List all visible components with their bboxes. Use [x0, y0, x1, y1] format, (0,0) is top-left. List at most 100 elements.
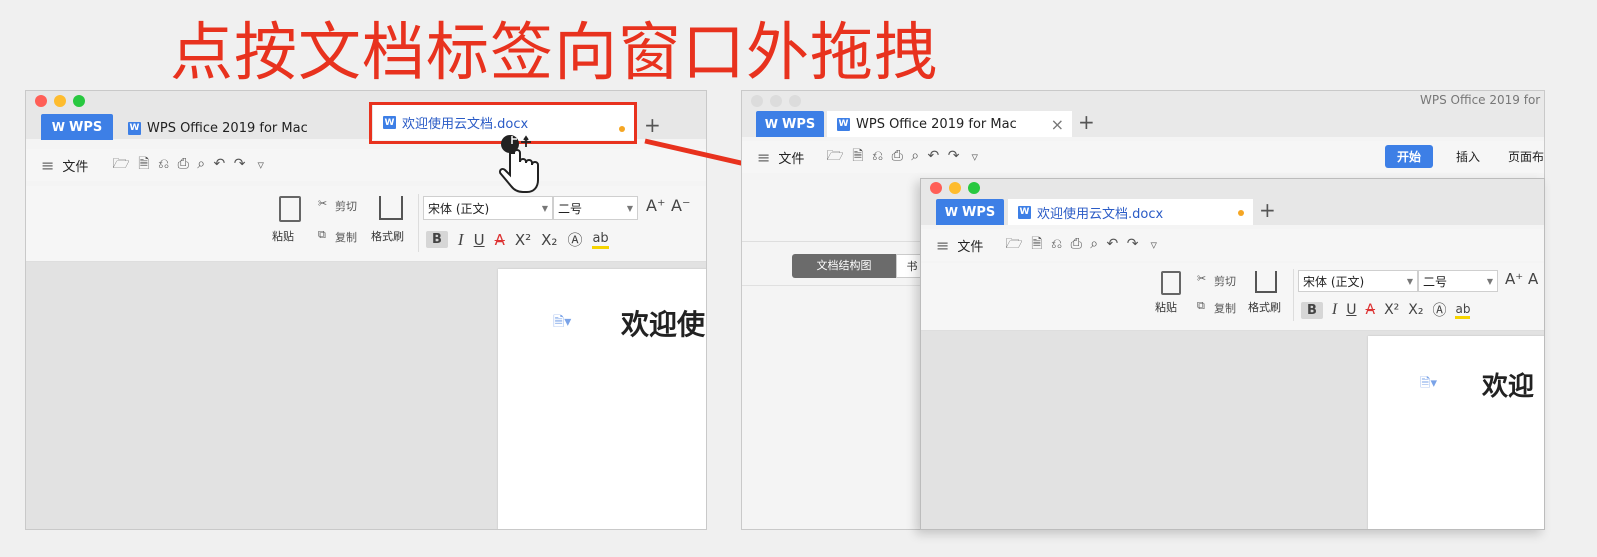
detached-wps-window: W WPS W 欢迎使用云文档.docx + ≡ 文件 🗁 🗎 ⎌ ⎙ ⌕ ↶ … — [920, 178, 1545, 530]
document-page[interactable]: 🗎▾ 欢迎使 — [498, 269, 706, 529]
menu-icon[interactable]: ≡ — [936, 236, 949, 255]
instruction-headline: 点按文档标签向窗口外拖拽 — [170, 16, 938, 89]
ribbon-tab-layout[interactable]: 页面布 — [1508, 148, 1544, 165]
document-heading: 欢迎 — [1482, 372, 1535, 402]
quick-actions-icons[interactable]: 🗁 🗎 ⎌ ⎙ ⌕ ↶ ↷ — [112, 153, 247, 177]
menu-icon[interactable]: ≡ — [41, 156, 54, 175]
close-tab-icon[interactable]: × — [1051, 115, 1064, 134]
minimize-window-button[interactable] — [770, 95, 782, 107]
copy-button[interactable]: 复制 — [335, 229, 357, 245]
zoom-window-button[interactable] — [789, 95, 801, 107]
superscript-button[interactable]: X² — [515, 231, 531, 249]
paste-icon[interactable] — [279, 196, 301, 222]
ribbon: 粘贴 ✂ 剪切 ⧉ 复制 格式刷 宋体 (正文) ▼ 二号 ▼ A⁺ A B I… — [921, 263, 1544, 331]
new-tab-button[interactable]: + — [644, 113, 661, 137]
bold-button[interactable]: B — [1301, 301, 1323, 319]
ribbon-divider — [1293, 269, 1294, 321]
chevron-down-icon: ▼ — [541, 203, 548, 213]
format-painter-icon[interactable] — [1255, 271, 1277, 293]
strikethrough-button[interactable]: A — [495, 231, 505, 249]
format-buttons: B I U A X² X₂ Ⓐ ab — [1301, 300, 1471, 320]
font-size-select[interactable]: 二号 ▼ — [553, 196, 638, 220]
left-wps-window: W WPS W WPS Office 2019 for Mac W 欢迎使用云文… — [25, 90, 707, 530]
highlight-icon[interactable]: ab — [1455, 302, 1471, 319]
copy-icon[interactable]: ⧉ — [318, 228, 326, 242]
tab-wps-office[interactable]: W WPS Office 2019 for Mac — [118, 116, 308, 140]
tab-welcome-docx[interactable]: W 欢迎使用云文档.docx — [1008, 199, 1253, 225]
close-window-button[interactable] — [751, 95, 763, 107]
underline-button[interactable]: U — [474, 231, 485, 249]
paste-button[interactable]: 粘贴 — [1155, 299, 1177, 315]
document-heading: 欢迎使 — [621, 308, 706, 341]
format-painter-icon[interactable] — [379, 196, 403, 220]
text-effect-icon[interactable]: Ⓐ — [1432, 300, 1446, 320]
file-menu[interactable]: 文件 — [957, 236, 983, 255]
quick-actions-icons[interactable]: 🗁 🗎 ⎌ ⎙ ⌕ ↶ ↷ — [1005, 233, 1140, 257]
more-dropdown-icon[interactable]: ▿ — [971, 150, 978, 165]
file-menu[interactable]: 文件 — [62, 156, 88, 175]
minimize-window-button[interactable] — [949, 182, 961, 194]
new-tab-button[interactable]: + — [1259, 198, 1276, 222]
font-name-select[interactable]: 宋体 (正文) ▼ — [423, 196, 553, 220]
ribbon-tab-insert[interactable]: 插入 — [1456, 148, 1480, 165]
italic-button[interactable]: I — [458, 230, 464, 250]
minimize-window-button[interactable] — [54, 95, 66, 107]
ribbon-tab-start[interactable]: 开始 — [1385, 145, 1434, 168]
writer-doc-icon: W — [837, 117, 850, 131]
writer-doc-icon: W — [1018, 205, 1031, 219]
wps-logo-icon: W — [51, 120, 65, 134]
wps-home-tab[interactable]: W WPS — [756, 111, 824, 137]
format-painter-button[interactable]: 格式刷 — [1248, 299, 1281, 315]
highlight-icon[interactable]: ab — [592, 231, 609, 249]
chevron-down-icon: ▼ — [1406, 276, 1413, 286]
menu-icon[interactable]: ≡ — [757, 148, 770, 167]
text-effect-icon[interactable]: Ⓐ — [567, 229, 582, 250]
font-name-select[interactable]: 宋体 (正文) ▼ — [1298, 270, 1418, 292]
chevron-down-icon: ▼ — [626, 203, 633, 213]
italic-button[interactable]: I — [1332, 301, 1337, 319]
more-dropdown-icon[interactable]: ▿ — [1150, 238, 1157, 253]
tab-bar: WPS Office 2019 for W WPS W WPS Office 2… — [742, 91, 1544, 137]
quick-access-toolbar: ≡ 文件 🗁 🗎 ⎌ ⎙ ⌕ ↶ ↷ ▿ — [921, 229, 1544, 261]
underline-button[interactable]: U — [1346, 302, 1356, 318]
more-dropdown-icon[interactable]: ▿ — [257, 158, 264, 173]
chevron-down-icon: ▼ — [1486, 276, 1493, 286]
writer-doc-icon: W — [128, 121, 141, 135]
doc-outline-icon[interactable]: 🗎▾ — [1420, 374, 1437, 396]
wps-logo-icon: W — [944, 205, 958, 219]
nav-pane-switch: 文档结构图 书 — [792, 254, 928, 278]
format-painter-button[interactable]: 格式刷 — [371, 228, 404, 244]
cut-button[interactable]: 剪切 — [335, 198, 357, 214]
close-window-button[interactable] — [35, 95, 47, 107]
doc-outline-icon[interactable]: 🗎▾ — [553, 311, 571, 335]
bold-button[interactable]: B — [426, 231, 448, 248]
document-page[interactable]: 🗎▾ 欢迎 — [1368, 336, 1544, 529]
tab-wps-office[interactable]: W WPS Office 2019 for Mac × — [827, 111, 1072, 137]
wps-home-tab[interactable]: W WPS — [41, 114, 113, 140]
paste-button[interactable]: 粘贴 — [272, 228, 294, 244]
copy-icon[interactable]: ⧉ — [1197, 299, 1205, 313]
shrink-font-button[interactable]: A — [1528, 270, 1538, 288]
scissors-icon[interactable]: ✂ — [1197, 272, 1206, 285]
subscript-button[interactable]: X₂ — [541, 231, 557, 249]
zoom-window-button[interactable] — [968, 182, 980, 194]
tab-bar: W WPS W 欢迎使用云文档.docx + — [921, 179, 1544, 225]
scissors-icon[interactable]: ✂ — [318, 197, 327, 210]
hand-cursor-icon — [498, 135, 539, 193]
cut-button[interactable]: 剪切 — [1214, 273, 1236, 289]
nav-structure-tab[interactable]: 文档结构图 — [792, 254, 896, 278]
file-menu[interactable]: 文件 — [778, 148, 804, 167]
close-window-button[interactable] — [930, 182, 942, 194]
font-size-select[interactable]: 二号 ▼ — [1418, 270, 1498, 292]
new-tab-button[interactable]: + — [1078, 110, 1095, 134]
paste-icon[interactable] — [1161, 271, 1181, 295]
subscript-button[interactable]: X₂ — [1408, 302, 1423, 318]
zoom-window-button[interactable] — [73, 95, 85, 107]
strikethrough-button[interactable]: A — [1366, 302, 1376, 318]
format-buttons: B I U A X² X₂ Ⓐ ab — [426, 229, 609, 250]
quick-actions-icons[interactable]: 🗁 🗎 ⎌ ⎙ ⌕ ↶ ↷ — [826, 145, 961, 169]
superscript-button[interactable]: X² — [1384, 302, 1399, 318]
wps-home-tab[interactable]: W WPS — [936, 199, 1004, 225]
copy-button[interactable]: 复制 — [1214, 300, 1236, 316]
grow-font-button[interactable]: A⁺ — [1505, 270, 1523, 288]
